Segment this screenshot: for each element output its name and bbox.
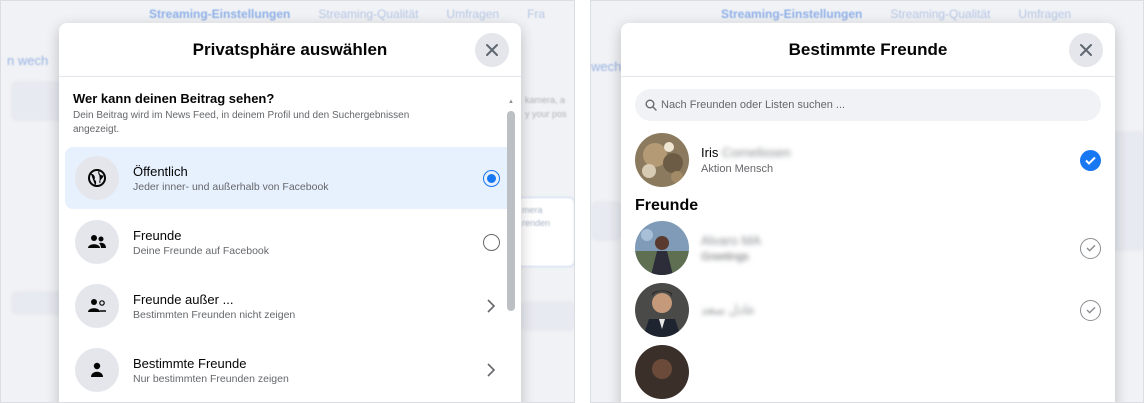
option-subtitle: Jeder inner- und außerhalb von Facebook	[133, 180, 329, 193]
scrollbar[interactable]: ▲	[507, 99, 515, 402]
avatar	[635, 133, 689, 187]
option-friends[interactable]: Freunde Deine Freunde auf Facebook	[65, 211, 515, 273]
left-screenshot-panel: Streaming-Einstellungen Streaming-Qualit…	[0, 0, 575, 403]
friend-row[interactable]	[621, 341, 1115, 402]
background-tabs: Streaming-Einstellungen Streaming-Qualit…	[149, 7, 545, 21]
scroll-up-arrow-icon[interactable]: ▲	[508, 99, 514, 105]
friend-name-text: Alvaro MA	[701, 233, 761, 248]
scroll-thumb[interactable]	[507, 111, 515, 311]
friends-modal: Bestimmte Freunde Nach Freunden oder Lis…	[621, 23, 1115, 402]
checkmark-unselected-icon[interactable]	[1080, 299, 1101, 321]
checkmark-unselected-icon[interactable]	[1080, 237, 1101, 259]
option-public[interactable]: Öffentlich Jeder inner- und außerhalb vo…	[65, 147, 515, 209]
background-card-line: mera	[522, 205, 543, 215]
radio-selected[interactable]	[482, 169, 500, 187]
friend-subtitle: Aktion Mensch	[701, 163, 774, 175]
modal-header: Privatsphäre auswählen	[59, 23, 521, 77]
privacy-intro: Wer kann deinen Beitrag sehen? Dein Beit…	[59, 77, 521, 145]
close-icon	[486, 44, 498, 56]
chevron-right-icon[interactable]	[486, 298, 496, 314]
background-side-text: n wech	[7, 53, 49, 68]
background-card-line: renden	[522, 218, 551, 228]
background-snippet-line: kamera, a	[525, 95, 566, 105]
friend-row[interactable]: Alvaro MA Greetings	[621, 217, 1115, 279]
chevron-right-icon[interactable]	[486, 362, 496, 378]
avatar	[635, 221, 689, 275]
background-tab: Fra	[527, 7, 546, 21]
close-icon	[1080, 44, 1092, 56]
background-block	[521, 301, 574, 331]
background-card: mera renden	[515, 197, 574, 267]
friends-icon	[75, 220, 119, 264]
specific-friend-icon	[75, 348, 119, 392]
avatar	[635, 345, 689, 399]
friend-name: Iris Cornelissen	[701, 145, 1080, 160]
right-screenshot-panel: Streaming-Einstellungen Streaming-Qualit…	[590, 0, 1144, 403]
option-title: Freunde	[133, 227, 182, 243]
option-subtitle: Deine Freunde auf Facebook	[133, 244, 270, 257]
friend-name: Alvaro MA	[701, 233, 1080, 248]
background-tab: Streaming-Qualität	[318, 7, 419, 21]
search-box[interactable]	[635, 89, 1101, 121]
intro-description: Dein Beitrag wird im News Feed, in deine…	[73, 110, 410, 135]
option-subtitle: Bestimmten Freunden nicht zeigen	[133, 308, 296, 321]
background-tab: Umfragen	[446, 7, 500, 21]
friend-name: عادل سعد	[701, 302, 1080, 318]
option-subtitle: Nur bestimmten Freunden zeigen	[133, 372, 289, 385]
search-input[interactable]	[661, 99, 1061, 111]
friend-row[interactable]: عادل سعد	[621, 279, 1115, 341]
section-title-friends: Freunde	[635, 197, 699, 214]
selected-friend-row[interactable]: Iris Cornelissen Aktion Mensch	[621, 129, 1115, 191]
modal-title: Bestimmte Freunde	[788, 39, 948, 59]
background-tab: Streaming-Einstellungen	[149, 7, 291, 21]
modal-title: Privatsphäre auswählen	[192, 39, 388, 59]
friend-name-text: عادل سعد	[701, 302, 756, 317]
background-snippet-line: y your pos	[525, 109, 567, 119]
friends-except-icon	[75, 284, 119, 328]
option-title: Bestimmte Freunde	[133, 355, 247, 371]
modal-header: Bestimmte Freunde	[621, 23, 1115, 77]
option-friends-except[interactable]: Freunde außer ... Bestimmten Freunden ni…	[65, 275, 515, 337]
background-block	[1111, 131, 1143, 251]
friend-subtitle: Greetings	[701, 251, 749, 263]
privacy-modal: Privatsphäre auswählen Wer kann deinen B…	[59, 23, 521, 402]
friend-last-name: Cornelissen	[721, 145, 791, 160]
intro-heading: Wer kann deinen Beitrag sehen?	[73, 91, 275, 106]
option-title: Öffentlich	[133, 163, 188, 179]
background-block	[591, 201, 621, 241]
avatar	[635, 283, 689, 337]
close-button[interactable]	[475, 33, 509, 67]
friend-first-name: Iris	[701, 145, 719, 160]
background-tabs: Streaming-Einstellungen Streaming-Qualit…	[721, 7, 1071, 21]
checkmark-selected-icon[interactable]	[1080, 149, 1101, 171]
background-tab: Umfragen	[1018, 7, 1072, 21]
background-tab: Streaming-Einstellungen	[721, 7, 863, 21]
background-tab: Streaming-Qualität	[890, 7, 991, 21]
close-button[interactable]	[1069, 33, 1103, 67]
radio-unselected[interactable]	[482, 233, 500, 251]
globe-icon	[75, 156, 119, 200]
option-specific-friends[interactable]: Bestimmte Freunde Nur bestimmten Freunde…	[65, 339, 515, 401]
search-icon	[645, 99, 657, 111]
background-snippet: kamera, a y your pos	[525, 93, 567, 121]
option-title: Freunde außer ...	[133, 291, 234, 307]
